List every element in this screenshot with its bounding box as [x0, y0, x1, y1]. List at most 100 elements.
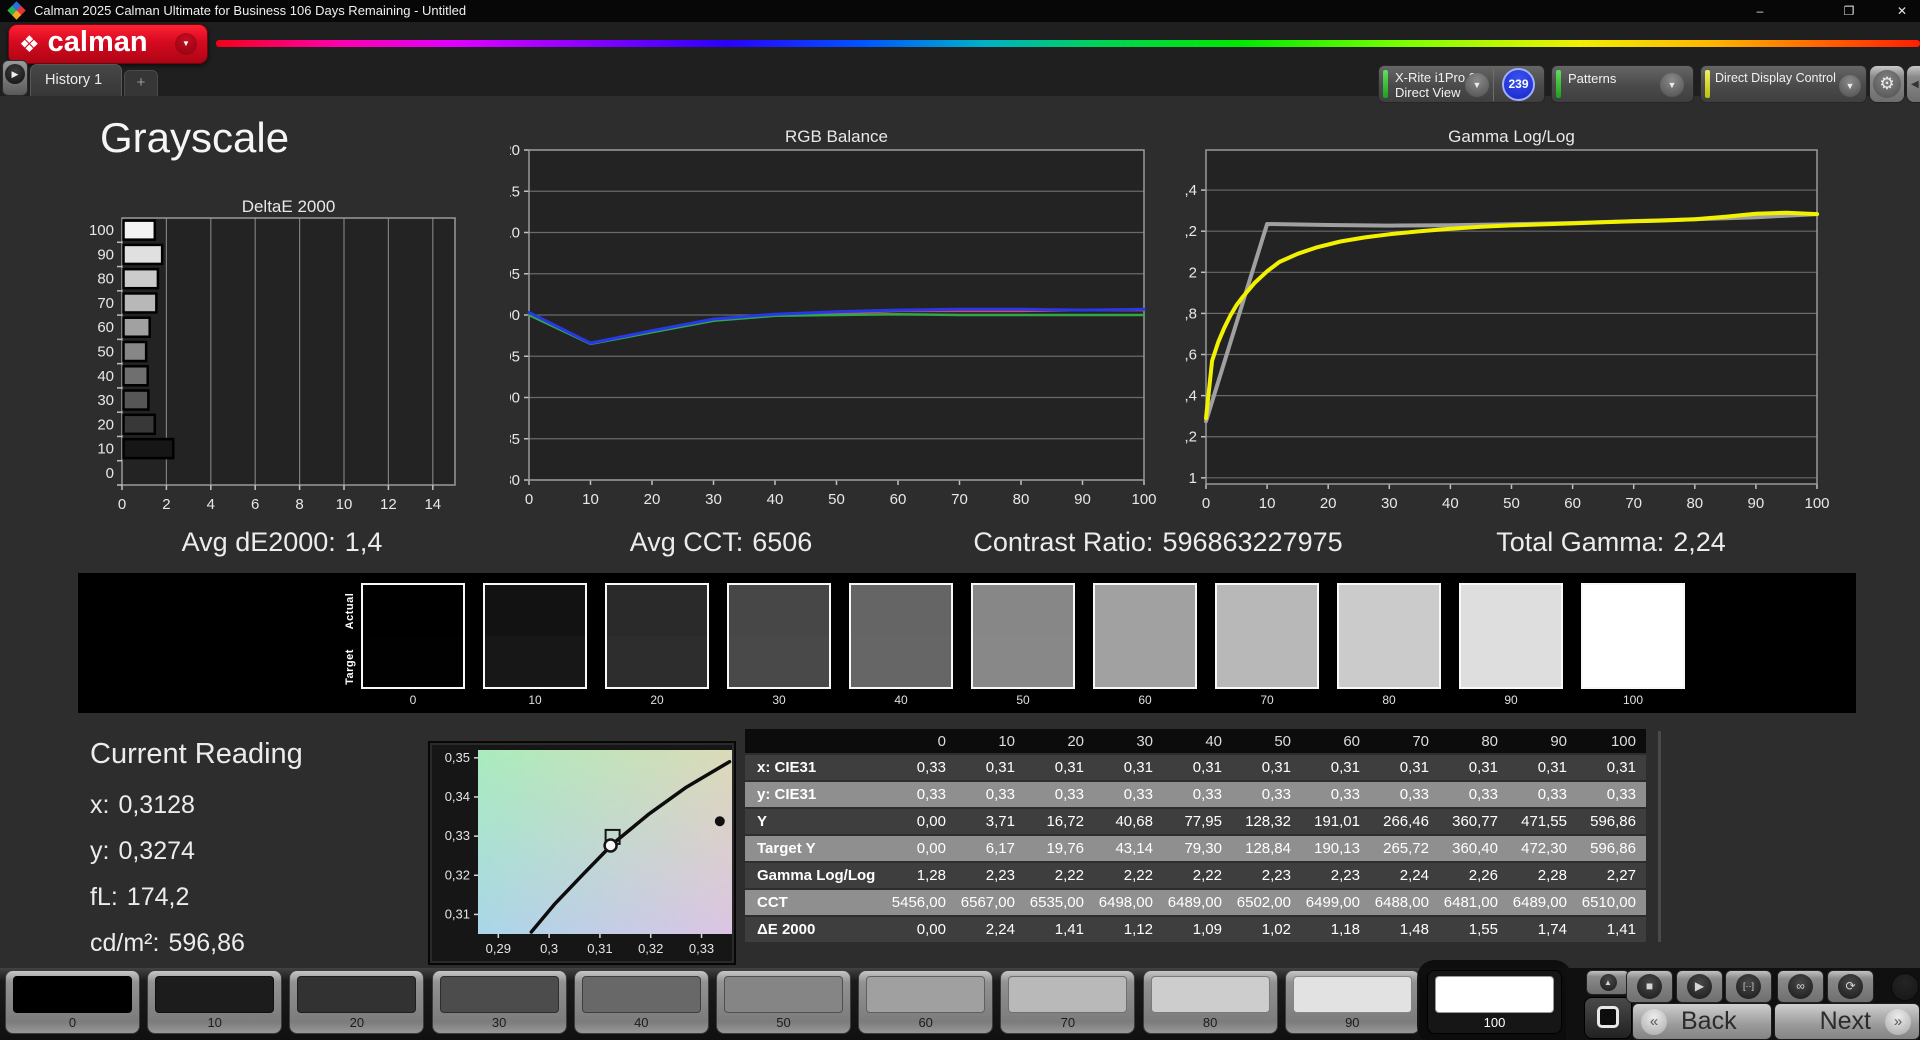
row-label: Gamma Log/Log — [745, 862, 887, 890]
table-cell: 0,33 — [1025, 781, 1094, 809]
pattern-button-90[interactable]: 90 — [1284, 970, 1420, 1034]
svg-text:0: 0 — [1202, 495, 1210, 512]
column-header-40: 40 — [1163, 729, 1232, 755]
pattern-button-100[interactable]: 100 — [1427, 970, 1562, 1034]
pattern-level-label: 0 — [68, 1015, 77, 1030]
reading-cdm2: cd/m²: 596,86 — [90, 929, 245, 957]
display-control-selector[interactable]: Direct Display Control ▼ — [1700, 65, 1867, 103]
pattern-button-60[interactable]: 60 — [858, 970, 994, 1034]
column-header-30: 30 — [1094, 729, 1163, 755]
table-cell: 471,55 — [1508, 808, 1577, 836]
layout-nav-button[interactable]: ▶ — [2, 60, 28, 96]
table-cell: 596,86 — [1577, 808, 1646, 836]
svg-text:0,33: 0,33 — [445, 828, 470, 843]
range-icon: [··] — [1736, 974, 1761, 999]
measurement-table: 0 10 20 30 40 50 60 70 80 90 100 x: CIE31 0,33 0,31 0,… — [745, 729, 1646, 944]
table-cell: 2,22 — [1163, 862, 1232, 890]
up-arrow-icon: ▲ — [1599, 974, 1617, 991]
settings-button[interactable]: ⚙ — [1869, 65, 1905, 103]
pattern-button-30[interactable]: 30 — [431, 970, 567, 1034]
svg-text:12: 12 — [380, 496, 397, 513]
svg-text:10: 10 — [582, 491, 599, 508]
svg-text:80: 80 — [1013, 491, 1030, 508]
stop-icon: ■ — [1637, 974, 1662, 999]
expand-pattern-panel-button[interactable]: ▲ — [1586, 970, 1630, 995]
divider — [1493, 69, 1494, 101]
pattern-button-70[interactable]: 70 — [1000, 970, 1136, 1034]
svg-text:4: 4 — [207, 496, 215, 513]
stop-button[interactable]: ■ — [1626, 970, 1673, 1003]
swatch-level-label: 80 — [1382, 693, 1396, 707]
pattern-window-button[interactable] — [1584, 997, 1632, 1039]
column-header-100: 100 — [1577, 729, 1646, 755]
table-cell: 0,33 — [1370, 781, 1439, 809]
table-cell: 6499,00 — [1301, 889, 1370, 917]
svg-text:110: 110 — [510, 225, 520, 242]
table-cell: 2,28 — [1508, 862, 1577, 890]
add-tab-button[interactable]: + — [124, 70, 158, 96]
table-cell: 1,12 — [1094, 916, 1163, 944]
collapse-panel-button[interactable]: ◀ — [1906, 65, 1920, 103]
pattern-button-0[interactable]: 0 — [5, 970, 140, 1034]
pattern-button-20[interactable]: 20 — [289, 970, 425, 1034]
pattern-level-label: 60 — [918, 1015, 933, 1030]
gear-icon: ⚙ — [1873, 70, 1901, 98]
grayscale-swatch-90 — [1459, 583, 1563, 689]
target-row-label: Target — [344, 649, 356, 685]
table-cell: 0,33 — [1301, 781, 1370, 809]
table-cell: 19,76 — [1025, 835, 1094, 863]
table-cell: 2,24 — [956, 916, 1025, 944]
table-cell: 2,26 — [1439, 862, 1508, 890]
svg-text:115: 115 — [510, 183, 520, 200]
svg-text:100: 100 — [90, 222, 114, 239]
reference-dot-marker — [714, 816, 725, 827]
pattern-button-10[interactable]: 10 — [147, 970, 283, 1034]
table-cell: 5456,00 — [887, 889, 956, 917]
meter-count-badge[interactable]: 239 — [1502, 68, 1535, 101]
page-title: Grayscale — [100, 114, 290, 161]
back-button[interactable]: « Back — [1632, 1003, 1772, 1040]
table-cell: 360,77 — [1439, 808, 1508, 836]
pattern-button-50[interactable]: 50 — [716, 970, 851, 1034]
stat-avg-de2000: Avg dE2000: 1,4 — [181, 527, 383, 557]
grayscale-swatch-50 — [971, 583, 1075, 689]
table-cell: 2,24 — [1370, 862, 1439, 890]
pattern-level-label: 10 — [207, 1015, 222, 1030]
range-button[interactable]: [··] — [1725, 970, 1772, 1003]
svg-text:1: 1 — [1189, 470, 1197, 487]
row-label: y: CIE31 — [745, 781, 887, 809]
meter-selector[interactable]: X-Rite i1Pro 2 Direct View ▼ 239 — [1378, 65, 1545, 103]
maximize-button[interactable]: ❐ — [1826, 0, 1872, 22]
minimize-button[interactable]: – — [1737, 0, 1783, 22]
refresh-button[interactable]: ⟳ — [1827, 970, 1874, 1003]
next-button[interactable]: Next » — [1774, 1003, 1920, 1040]
continuous-button[interactable]: ∞ — [1777, 970, 1824, 1003]
pattern-swatch — [581, 976, 701, 1013]
table-cell: 0,31 — [956, 754, 1025, 782]
table-cell: 0,31 — [1094, 754, 1163, 782]
calman-menu-button[interactable]: ❖ calman ▼ — [8, 24, 208, 64]
play-button[interactable]: ▶ — [1676, 970, 1723, 1003]
pattern-swatch — [1292, 976, 1412, 1013]
grayscale-swatch-strip: Actual Target 0 10 20 30 40 50 60 70 80 90 100 — [78, 573, 1856, 713]
column-header-60: 60 — [1301, 729, 1370, 755]
swatch-level-label: 0 — [409, 693, 417, 707]
grayscale-swatch-70 — [1215, 583, 1319, 689]
tab-history-1[interactable]: History 1 — [30, 64, 122, 96]
swatch-level-label: 60 — [1138, 693, 1152, 707]
gamma-line-chart: 2,4 2,2 2 1,8 1,6 1,4 1,2 10 10 20 30 40 50 60 70 80 90 1… — [1185, 149, 1830, 512]
svg-text:0,32: 0,32 — [638, 941, 663, 956]
pattern-button-80[interactable]: 80 — [1142, 970, 1278, 1034]
pattern-button-40[interactable]: 40 — [573, 970, 709, 1034]
pattern-swatch — [297, 976, 417, 1013]
swatch-level-label: 40 — [894, 693, 908, 707]
table-cell: 1,55 — [1439, 916, 1508, 944]
patterns-selector[interactable]: Patterns ▼ — [1551, 65, 1694, 103]
close-button[interactable]: ✕ — [1879, 0, 1920, 22]
pattern-level-label: 40 — [634, 1015, 649, 1030]
pattern-level-label: 50 — [776, 1015, 791, 1030]
table-scrollbar[interactable] — [1658, 731, 1661, 942]
swatch-level-label: 30 — [772, 693, 786, 707]
svg-text:0,29: 0,29 — [486, 941, 511, 956]
table-cell: 0,33 — [956, 781, 1025, 809]
